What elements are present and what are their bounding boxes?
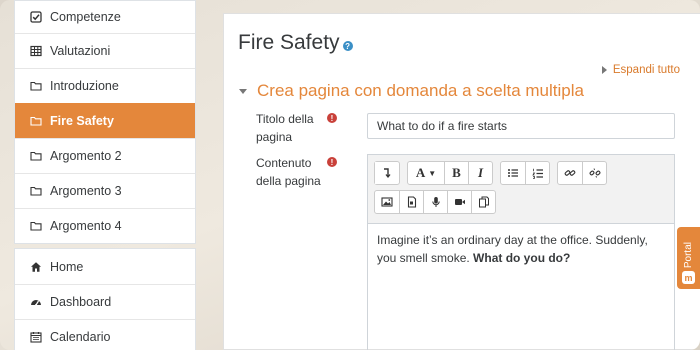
sidebar-item-home[interactable]: Home (15, 249, 195, 284)
help-icon[interactable]: ? (342, 41, 353, 51)
level-down-icon (384, 168, 391, 179)
folder-icon (30, 185, 42, 197)
app-window: Competenze Valutazioni Introduzione Fire… (0, 0, 700, 350)
sidebar: Competenze Valutazioni Introduzione Fire… (14, 0, 196, 350)
bold-button[interactable]: B (444, 162, 468, 184)
section-header[interactable]: Crea pagina con domanda a scelta multipl… (239, 81, 584, 101)
sidebar-item-calendario[interactable]: Calendario (15, 319, 195, 350)
sidebar-item-label: Argomento 4 (50, 219, 122, 233)
toolbar-group-links (557, 161, 607, 185)
folder-icon (30, 220, 42, 232)
page-title-input[interactable]: What to do if a fire starts (367, 113, 675, 139)
required-icon: ! (327, 157, 337, 167)
editor-text-bold: What do you do? (473, 251, 571, 265)
site-nav: Home Dashboard Calendario (14, 248, 196, 350)
portal-tab[interactable]: Portal m (677, 227, 700, 289)
unlink-button[interactable] (582, 162, 606, 184)
course-nav: Competenze Valutazioni Introduzione Fire… (14, 0, 196, 244)
sidebar-item-label: Valutazioni (50, 44, 111, 58)
files-icon (478, 196, 489, 208)
sidebar-item-argomento-2[interactable]: Argomento 2 (15, 138, 195, 173)
italic-button[interactable]: I (468, 162, 492, 184)
insert-media-button[interactable] (399, 191, 423, 213)
toolbar-row-2 (374, 190, 668, 214)
expand-all-link[interactable]: Espandi tutto (601, 64, 680, 76)
sidebar-item-label: Fire Safety (50, 114, 114, 128)
portal-label: Portal (683, 241, 694, 268)
record-audio-button[interactable] (423, 191, 447, 213)
folder-icon (30, 150, 42, 162)
sidebar-item-label: Introduzione (50, 79, 119, 93)
record-video-button[interactable] (447, 191, 471, 213)
sidebar-item-competenze[interactable]: Competenze (15, 1, 195, 33)
moodle-logo-icon: m (682, 271, 695, 284)
collapse-toolbar-button[interactable] (375, 162, 399, 184)
section-title: Crea pagina con domanda a scelta multipl… (257, 81, 584, 100)
toolbar-group-media (374, 190, 496, 214)
page-title-field-label: Titolo della pagina (256, 112, 314, 144)
page-content-editor: A ▼ B I Imagine it’s an ordinary day at … (367, 154, 675, 350)
sidebar-item-argomento-4[interactable]: Argomento 4 (15, 208, 195, 243)
link-icon (564, 170, 576, 176)
video-camera-icon (454, 199, 465, 205)
toolbar-group-format: A ▼ B I (407, 161, 493, 185)
toolbar-group-collapse (374, 161, 400, 185)
sidebar-item-label: Dashboard (50, 295, 112, 309)
sidebar-item-dashboard[interactable]: Dashboard (15, 284, 195, 319)
link-button[interactable] (558, 162, 582, 184)
sidebar-item-label: Calendario (50, 330, 111, 344)
folder-icon (30, 80, 42, 92)
editor-toolbar: A ▼ B I (368, 155, 674, 224)
dashboard-icon (30, 296, 42, 308)
page-content-field-label: Contenuto della pagina (256, 156, 321, 188)
sidebar-item-label: Argomento 3 (50, 184, 122, 198)
font-style-dropdown[interactable]: A ▼ (408, 162, 444, 184)
home-icon (30, 261, 42, 273)
sidebar-item-label: Home (50, 259, 84, 274)
italic-label: I (477, 165, 484, 180)
unordered-list-button[interactable] (501, 162, 525, 184)
sidebar-item-introduzione[interactable]: Introduzione (15, 68, 195, 103)
unlink-icon (589, 168, 600, 178)
folder-icon (30, 115, 42, 127)
manage-files-button[interactable] (471, 191, 495, 213)
file-media-icon (407, 196, 416, 208)
required-icon: ! (327, 113, 337, 123)
dropdown-caret-icon: ▼ (428, 168, 437, 178)
caret-right-icon (601, 66, 607, 74)
page-title-text: Fire Safety (238, 31, 340, 54)
toolbar-group-lists (500, 161, 550, 185)
caret-down-icon (239, 88, 247, 94)
numbered-list-icon (531, 168, 543, 179)
ordered-list-button[interactable] (525, 162, 549, 184)
microphone-icon (431, 197, 440, 207)
sidebar-item-label: Competenze (50, 10, 121, 24)
expand-all-label: Espandi tutto (612, 64, 680, 76)
font-style-label: A (415, 165, 426, 180)
toolbar-row-1: A ▼ B I (374, 161, 668, 185)
main-content: Fire Safety ? Espandi tutto Crea pagina … (223, 13, 700, 350)
table-icon (30, 45, 42, 57)
sidebar-item-label: Argomento 2 (50, 149, 122, 163)
sidebar-item-valutazioni[interactable]: Valutazioni (15, 33, 195, 68)
calendar-icon (30, 331, 42, 343)
page-title: Fire Safety ? (238, 31, 353, 55)
insert-image-button[interactable] (375, 191, 399, 213)
bullet-list-icon (508, 169, 518, 177)
editor-content-area[interactable]: Imagine it’s an ordinary day at the offi… (368, 224, 674, 274)
sidebar-item-fire-safety[interactable]: Fire Safety (15, 103, 195, 138)
image-icon (381, 197, 393, 207)
checkbox-icon (30, 11, 42, 23)
sidebar-item-argomento-3[interactable]: Argomento 3 (15, 173, 195, 208)
bold-label: B (452, 165, 461, 180)
